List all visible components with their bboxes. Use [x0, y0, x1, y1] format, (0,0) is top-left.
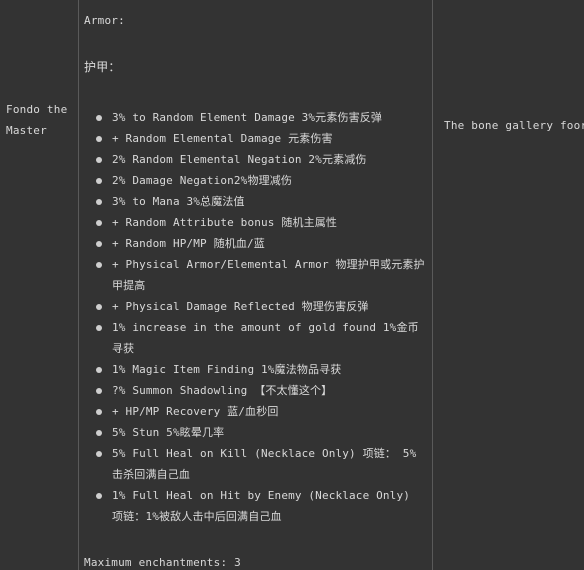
list-item: + Physical Damage Reflected 物理伤害反弹 [84, 296, 426, 317]
right-panel: The bone gallery foor 2 [433, 0, 584, 570]
list-item: 3% to Mana 3%总魔法值 [84, 191, 426, 212]
list-item-label: 2% Random Elemental Negation 2%元素减伤 [112, 153, 367, 166]
list-item-label: 1% Full Heal on Hit by Enemy (Necklace O… [112, 489, 410, 523]
armor-heading-zh: 护甲： [84, 60, 121, 74]
bullet-icon [96, 241, 102, 247]
list-item: 1% Magic Item Finding 1%魔法物品寻获 [84, 359, 426, 380]
list-item-label: + Random Attribute bonus 随机主属性 [112, 216, 338, 229]
bullet-icon [96, 220, 102, 226]
enchantment-list: 3% to Random Element Damage 3%元素伤害反弹 + R… [84, 107, 426, 527]
list-item: 2% Damage Negation2%物理减伤 [84, 170, 426, 191]
list-item-label: 1% increase in the amount of gold found … [112, 321, 419, 355]
list-item: + Physical Armor/Elemental Armor 物理护甲或元素… [84, 254, 426, 296]
list-item: + Random Elemental Damage 元素伤害 [84, 128, 426, 149]
list-item: 5% Stun 5%眩晕几率 [84, 422, 426, 443]
list-item-label: + HP/MP Recovery 蓝/血秒回 [112, 405, 279, 418]
bullet-icon [96, 136, 102, 142]
list-item: 1% Full Heal on Hit by Enemy (Necklace O… [84, 485, 426, 527]
list-item-label: 5% Stun 5%眩晕几率 [112, 426, 225, 439]
max-enchantments-en: Maximum enchantments: 3 [84, 556, 241, 569]
bullet-icon [96, 451, 102, 457]
list-item: + HP/MP Recovery 蓝/血秒回 [84, 401, 426, 422]
left-panel: Fondo the Master [0, 0, 78, 570]
list-item-label: 2% Damage Negation2%物理减伤 [112, 174, 293, 187]
list-item: ?% Summon Shadowling 【不太懂这个】 [84, 380, 426, 401]
bullet-icon [96, 325, 102, 331]
main-content-panel: Armor: 护甲： 3% to Random Element Damage 3… [79, 0, 432, 570]
list-item-label: + Random HP/MP 随机血/蓝 [112, 237, 265, 250]
left-panel-label: Fondo the Master [6, 103, 68, 137]
list-item-label: 3% to Random Element Damage 3%元素伤害反弹 [112, 111, 383, 124]
list-item: 3% to Random Element Damage 3%元素伤害反弹 [84, 107, 426, 128]
list-item: 1% increase in the amount of gold found … [84, 317, 426, 359]
bullet-icon [96, 157, 102, 163]
armor-enchantment-page: Fondo the Master Armor: 护甲： 3% to Random… [0, 0, 584, 570]
bullet-icon [96, 115, 102, 121]
list-item-label: + Physical Damage Reflected 物理伤害反弹 [112, 300, 369, 313]
right-panel-label: The bone gallery foor 2 [444, 119, 584, 132]
armor-heading-en: Armor: [84, 14, 125, 27]
list-item-label: + Random Elemental Damage 元素伤害 [112, 132, 333, 145]
list-item: + Random HP/MP 随机血/蓝 [84, 233, 426, 254]
bullet-icon [96, 430, 102, 436]
list-item: 5% Full Heal on Kill (Necklace Only) 项链：… [84, 443, 426, 485]
bullet-icon [96, 178, 102, 184]
list-item: + Random Attribute bonus 随机主属性 [84, 212, 426, 233]
bullet-icon [96, 304, 102, 310]
list-item-label: 1% Magic Item Finding 1%魔法物品寻获 [112, 363, 342, 376]
bullet-icon [96, 367, 102, 373]
bullet-icon [96, 199, 102, 205]
bullet-icon [96, 409, 102, 415]
bullet-icon [96, 388, 102, 394]
list-item-label: 5% Full Heal on Kill (Necklace Only) 项链：… [112, 447, 417, 481]
bullet-icon [96, 493, 102, 499]
bullet-icon [96, 262, 102, 268]
list-item: 2% Random Elemental Negation 2%元素减伤 [84, 149, 426, 170]
list-item-label: ?% Summon Shadowling 【不太懂这个】 [112, 384, 333, 397]
list-item-label: + Physical Armor/Elemental Armor 物理护甲或元素… [112, 258, 425, 292]
list-item-label: 3% to Mana 3%总魔法值 [112, 195, 245, 208]
